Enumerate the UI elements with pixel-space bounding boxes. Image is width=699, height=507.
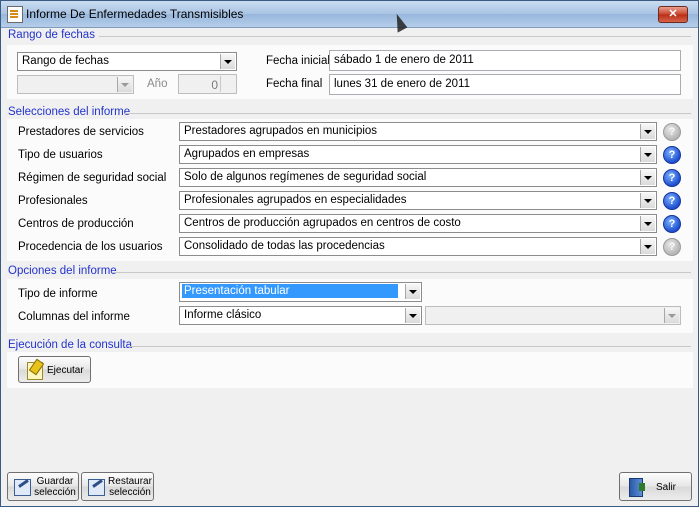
providers-value: Prestadores agrupados en municipios xyxy=(184,125,378,137)
professionals-select[interactable]: Profesionales agrupados en especialidade… xyxy=(179,191,657,210)
save-selection-label: Guardar selección xyxy=(34,476,76,498)
exit-button-label: Salir xyxy=(656,482,677,493)
chevron-down-icon[interactable] xyxy=(640,124,655,139)
help-icon[interactable]: ? xyxy=(663,169,681,187)
start-date-field[interactable]: sábado 1 de enero de 2011 xyxy=(329,50,681,71)
chevron-down-icon[interactable] xyxy=(640,193,655,208)
end-date-value: lunes 31 de enero de 2011 xyxy=(334,78,470,90)
regime-value: Solo de algunos regímenes de seguridad s… xyxy=(184,171,427,183)
run-report-icon xyxy=(27,362,43,380)
exit-door-icon xyxy=(629,478,645,497)
columns-label: Columnas del informe xyxy=(18,311,130,323)
selections-section-title: Selecciones del informe xyxy=(8,106,131,118)
origin-select[interactable]: Consolidado de todas las procedencias xyxy=(179,237,657,256)
chevron-down-icon[interactable] xyxy=(117,77,132,92)
report-type-value: Presentación tabular xyxy=(182,284,398,298)
providers-select[interactable]: Prestadores agrupados en municipios xyxy=(179,122,657,141)
user-type-value: Agrupados en empresas xyxy=(184,148,310,160)
start-date-label: Fecha inicial xyxy=(266,55,330,67)
columns-value: Informe clásico xyxy=(184,309,262,321)
chevron-down-icon[interactable] xyxy=(640,216,655,231)
chevron-down-icon[interactable] xyxy=(664,308,679,323)
save-selection-button[interactable]: Guardar selección xyxy=(7,472,79,501)
report-window: Informe De Enfermedades Transmisibles ✕ … xyxy=(0,0,699,507)
help-icon: ? xyxy=(663,238,681,256)
run-button[interactable]: Ejecutar xyxy=(18,356,91,383)
chevron-down-icon[interactable] xyxy=(640,170,655,185)
columns-extra-select[interactable] xyxy=(425,306,681,325)
restore-selection-label: Restaurar selección xyxy=(108,476,152,498)
chevron-down-icon[interactable] xyxy=(405,284,420,299)
end-date-field[interactable]: lunes 31 de enero de 2011 xyxy=(329,74,681,95)
origin-value: Consolidado de todas las procedencias xyxy=(184,240,385,252)
divider xyxy=(125,113,691,114)
stepper-arrows-icon[interactable] xyxy=(220,76,235,92)
selection-label-regime: Régimen de seguridad social xyxy=(18,172,167,184)
restore-selection-button[interactable]: Restaurar selección xyxy=(81,472,154,501)
window-title: Informe De Enfermedades Transmisibles xyxy=(26,7,244,21)
selection-label-professionals: Profesionales xyxy=(18,195,88,207)
chevron-down-icon[interactable] xyxy=(220,54,235,69)
execution-section-title: Ejecución de la consulta xyxy=(8,339,133,351)
selection-label-production-centers: Centros de producción xyxy=(18,218,134,230)
period-select[interactable] xyxy=(17,75,134,94)
run-button-label: Ejecutar xyxy=(47,365,84,376)
columns-select[interactable]: Informe clásico xyxy=(179,306,422,325)
help-icon[interactable]: ? xyxy=(663,192,681,210)
range-type-value: Rango de fechas xyxy=(22,55,109,67)
chevron-down-icon[interactable] xyxy=(405,308,420,323)
end-date-label: Fecha final xyxy=(266,78,323,90)
restore-selection-icon xyxy=(88,479,105,496)
selection-label-origin: Procedencia de los usuarios xyxy=(18,241,163,253)
production-centers-select[interactable]: Centros de producción agrupados en centr… xyxy=(179,214,657,233)
report-type-select[interactable]: Presentación tabular xyxy=(179,282,422,302)
date-range-section-title: Rango de fechas xyxy=(8,29,95,41)
chevron-down-icon[interactable] xyxy=(640,147,655,162)
report-type-label: Tipo de informe xyxy=(18,288,98,300)
options-section-title: Opciones del informe xyxy=(8,265,117,277)
chevron-down-icon[interactable] xyxy=(640,239,655,254)
exit-button[interactable]: Salir xyxy=(619,472,692,501)
help-icon: ? xyxy=(663,123,681,141)
professionals-value: Profesionales agrupados en especialidade… xyxy=(184,194,407,206)
year-value: 0 xyxy=(211,78,218,92)
divider xyxy=(113,272,691,273)
year-label: Año xyxy=(147,78,168,90)
title-bar: Informe De Enfermedades Transmisibles ✕ xyxy=(1,1,698,28)
help-icon[interactable]: ? xyxy=(663,146,681,164)
user-type-select[interactable]: Agrupados en empresas xyxy=(179,145,657,164)
year-stepper[interactable]: 0 xyxy=(178,74,237,94)
range-type-select[interactable]: Rango de fechas xyxy=(17,52,237,71)
start-date-value: sábado 1 de enero de 2011 xyxy=(334,54,474,66)
report-icon xyxy=(7,6,23,23)
divider xyxy=(99,36,691,37)
production-centers-value: Centros de producción agrupados en centr… xyxy=(184,217,461,229)
selection-label-providers: Prestadores de servicios xyxy=(18,126,144,138)
save-selection-icon xyxy=(14,479,31,496)
divider xyxy=(128,346,691,347)
help-icon[interactable]: ? xyxy=(663,215,681,233)
close-button[interactable]: ✕ xyxy=(658,6,688,23)
regime-select[interactable]: Solo de algunos regímenes de seguridad s… xyxy=(179,168,657,187)
selection-label-user-type: Tipo de usuarios xyxy=(18,149,103,161)
execution-panel xyxy=(7,352,693,388)
